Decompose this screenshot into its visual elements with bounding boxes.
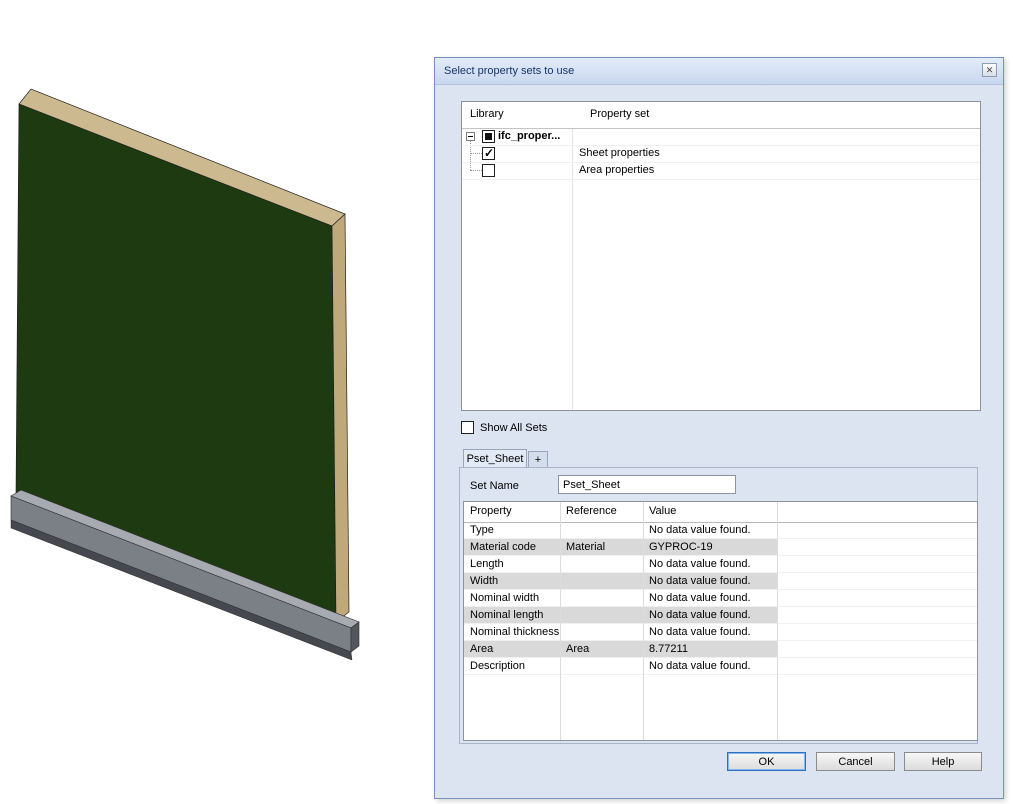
dialog-titlebar[interactable]: Select property sets to use ✕ bbox=[435, 58, 1003, 85]
value-cell: No data value found. bbox=[649, 626, 751, 638]
tree-row-sheet-properties[interactable]: Sheet properties bbox=[462, 145, 980, 163]
help-button[interactable]: Help bbox=[904, 752, 982, 771]
table-row[interactable]: Nominal thickness No data value found. bbox=[464, 624, 977, 641]
grid-column-divider bbox=[643, 502, 644, 740]
table-row[interactable]: Length No data value found. bbox=[464, 556, 977, 573]
value-cell: No data value found. bbox=[649, 609, 751, 621]
close-button[interactable]: ✕ bbox=[982, 63, 997, 77]
table-row[interactable]: Material code Material GYPROC-19 bbox=[464, 539, 977, 556]
table-row[interactable]: Description No data value found. bbox=[464, 658, 977, 675]
application-window: Select property sets to use ✕ Library Pr… bbox=[0, 0, 1013, 804]
property-cell: Description bbox=[470, 660, 525, 672]
tree-row-library-root[interactable]: ifc_proper... bbox=[462, 128, 980, 146]
cancel-button[interactable]: Cancel bbox=[816, 752, 895, 771]
value-cell: GYPROC-19 bbox=[649, 541, 713, 553]
property-cell: Width bbox=[470, 575, 498, 587]
property-cell: Material code bbox=[470, 541, 536, 553]
table-row[interactable]: Width No data value found. bbox=[464, 573, 977, 590]
reference-cell: Material bbox=[566, 541, 605, 553]
ok-button[interactable]: OK bbox=[727, 752, 806, 771]
sheet-properties-label: Sheet properties bbox=[579, 147, 660, 159]
property-cell: Area bbox=[470, 643, 493, 655]
value-column-header: Value bbox=[649, 505, 676, 517]
set-name-input[interactable] bbox=[558, 475, 736, 494]
value-cell: No data value found. bbox=[649, 524, 751, 536]
reference-column-header: Reference bbox=[566, 505, 617, 517]
table-row[interactable]: Type No data value found. bbox=[464, 522, 977, 539]
tab-content-frame: Set Name Property Reference Value Type N… bbox=[459, 467, 978, 744]
property-column-header: Property bbox=[470, 505, 512, 517]
library-header-row: Library Property set bbox=[462, 102, 980, 129]
show-all-sets-checkbox[interactable] bbox=[461, 421, 474, 434]
show-all-sets-control[interactable]: Show All Sets bbox=[461, 421, 547, 434]
dialog-select-property-sets: Select property sets to use ✕ Library Pr… bbox=[434, 57, 1004, 799]
value-cell: No data value found. bbox=[649, 660, 751, 672]
area-properties-label: Area properties bbox=[579, 164, 654, 176]
table-row[interactable]: Nominal length No data value found. bbox=[464, 607, 977, 624]
tree-row-area-properties[interactable]: Area properties bbox=[462, 162, 980, 180]
property-cell: Nominal thickness bbox=[470, 626, 559, 638]
property-cell: Type bbox=[470, 524, 494, 536]
property-grid-rows: Type No data value found. Material code … bbox=[464, 522, 977, 675]
plus-icon: + bbox=[535, 454, 541, 466]
3d-model-viewport bbox=[0, 0, 434, 804]
value-cell: No data value found. bbox=[649, 592, 751, 604]
table-row[interactable]: Area Area 8.77211 bbox=[464, 641, 977, 658]
close-icon: ✕ bbox=[986, 65, 994, 75]
tab-pset-sheet-label: Pset_Sheet bbox=[467, 453, 524, 465]
set-name-label: Set Name bbox=[470, 480, 519, 492]
grid-column-divider bbox=[560, 502, 561, 740]
property-set-library-panel: Library Property set ifc_proper... Sheet… bbox=[461, 101, 981, 411]
area-properties-checkbox[interactable] bbox=[482, 164, 495, 177]
property-cell: Nominal width bbox=[470, 592, 539, 604]
library-column-header: Library bbox=[470, 108, 504, 120]
grid-column-divider bbox=[777, 502, 778, 740]
reference-cell: Area bbox=[566, 643, 589, 655]
property-set-column-header: Property set bbox=[590, 108, 649, 120]
value-cell: 8.77211 bbox=[649, 643, 688, 655]
sheet-properties-checkbox[interactable] bbox=[482, 147, 495, 160]
show-all-sets-label: Show All Sets bbox=[480, 422, 547, 434]
value-cell: No data value found. bbox=[649, 558, 751, 570]
root-checkbox[interactable] bbox=[482, 130, 495, 143]
library-root-label: ifc_proper... bbox=[498, 130, 560, 142]
collapse-icon[interactable] bbox=[466, 132, 475, 141]
tab-pset-sheet[interactable]: Pset_Sheet bbox=[463, 449, 527, 468]
add-tab-button[interactable]: + bbox=[528, 451, 548, 468]
value-cell: No data value found. bbox=[649, 575, 751, 587]
property-grid: Property Reference Value Type No data va… bbox=[463, 501, 978, 741]
property-grid-header: Property Reference Value bbox=[464, 502, 977, 523]
property-cell: Length bbox=[470, 558, 504, 570]
property-cell: Nominal length bbox=[470, 609, 543, 621]
table-row[interactable]: Nominal width No data value found. bbox=[464, 590, 977, 607]
dialog-title: Select property sets to use bbox=[444, 65, 574, 77]
